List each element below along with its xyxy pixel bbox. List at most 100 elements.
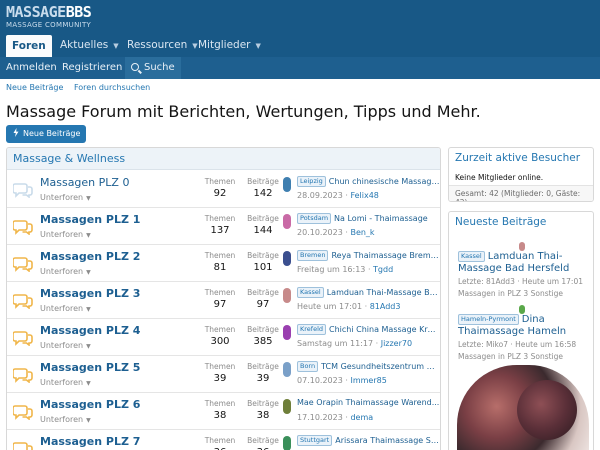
category-title[interactable]: Massage & Wellness xyxy=(7,148,440,170)
latest-thread-title[interactable]: Reya Thaimassage Bremen xyxy=(331,251,440,260)
forum-node-row[interactable]: Massagen PLZ 2 Unterforen ▼ Themen 81 Beiträg… xyxy=(7,245,440,282)
forum-node-row[interactable]: Massagen PLZ 1 Unterforen ▼ Themen 137 Beiträ… xyxy=(7,208,440,245)
avatar[interactable] xyxy=(283,251,291,266)
forum-node-title[interactable]: Massagen PLZ 2 xyxy=(40,250,140,263)
logo-subtitle: MASSAGE COMMUNITY xyxy=(6,21,92,29)
latest-thread-title[interactable]: Mae Orapin Thaimassage Warend... xyxy=(297,398,439,407)
subforums-dropdown[interactable]: Unterforen ▼ xyxy=(40,267,91,276)
latest-thread[interactable]: Born TCM Gesundheitszentrum Mö... xyxy=(297,361,440,372)
search-link[interactable]: Suche xyxy=(125,57,181,79)
latest-thread[interactable]: Bremen Reya Thaimassage Bremen xyxy=(297,250,440,261)
forum-node-title[interactable]: Massagen PLZ 5 xyxy=(40,361,140,374)
prefix-tag[interactable]: Kassel xyxy=(458,251,485,262)
latest-thread[interactable]: Krefeld Chichi China Massage Krefeld xyxy=(297,324,440,335)
tab-forums[interactable]: Foren xyxy=(6,35,52,57)
prefix-tag[interactable]: Stuttgart xyxy=(297,435,333,446)
tab-members[interactable]: Mitglieder ▼ xyxy=(192,34,267,57)
forum-node-title[interactable]: Massagen PLZ 1 xyxy=(40,213,140,226)
chevron-down-icon[interactable]: ▼ xyxy=(256,42,261,50)
newest-post-item[interactable]: Kassel Lamduan Thai-Massage Bad Hersfeld … xyxy=(458,251,588,299)
avatar[interactable] xyxy=(283,436,291,450)
tab-members-label: Mitglieder xyxy=(198,39,251,51)
latest-thread-user[interactable]: Tgdd xyxy=(373,265,393,274)
prefix-tag[interactable]: Leipzig xyxy=(297,176,326,187)
online-users-title[interactable]: Zurzeit aktive Besucher xyxy=(449,148,593,169)
posts-label: Beiträge xyxy=(247,251,279,260)
avatar[interactable] xyxy=(283,399,291,414)
latest-thread[interactable]: Stuttgart Arissara Thaimassage St... xyxy=(297,435,440,446)
subforums-dropdown[interactable]: Unterforen ▼ xyxy=(40,378,91,387)
forum-chat-icon xyxy=(12,367,33,384)
forum-node-title[interactable]: Massagen PLZ 6 xyxy=(40,398,140,411)
avatar[interactable] xyxy=(283,177,291,192)
forum-chat-icon xyxy=(12,404,33,421)
threads-count: 38 xyxy=(213,410,227,421)
login-link[interactable]: Anmelden xyxy=(0,57,63,79)
tab-news[interactable]: Aktuelles ▼ xyxy=(54,34,125,57)
forum-chat-icon xyxy=(12,182,33,199)
subforums-dropdown[interactable]: Unterforen ▼ xyxy=(40,230,91,239)
threads-label: Themen xyxy=(204,214,236,223)
avatar[interactable] xyxy=(519,305,525,314)
forum-node-title[interactable]: Massagen PLZ 3 xyxy=(40,287,140,300)
breadcrumb-browse-forums[interactable]: Foren durchsuchen xyxy=(74,83,150,92)
latest-thread-title[interactable]: Arissara Thaimassage St... xyxy=(335,436,440,445)
newest-post-forum[interactable]: Massagen in PLZ 3 Sonstige xyxy=(458,288,588,299)
avatar[interactable] xyxy=(283,288,291,303)
avatar[interactable] xyxy=(283,325,291,340)
avatar[interactable] xyxy=(519,242,525,251)
prefix-tag[interactable]: Potsdam xyxy=(297,213,332,224)
latest-thread-user[interactable]: dema xyxy=(350,413,373,422)
avatar[interactable] xyxy=(283,362,291,377)
latest-thread-title[interactable]: Chichi China Massage Krefeld xyxy=(329,325,440,334)
breadcrumb-new-posts[interactable]: Neue Beiträge xyxy=(6,83,63,92)
newest-post-item[interactable]: Hameln-Pyrmont Dina Thaimassage Hameln Le… xyxy=(458,314,588,362)
latest-thread-title[interactable]: Lamduan Thai-Massage Ba... xyxy=(327,288,440,297)
newest-post-forum[interactable]: Massagen in PLZ 3 Sonstige xyxy=(458,351,588,362)
prefix-tag[interactable]: Bremen xyxy=(297,250,329,261)
latest-thread-user[interactable]: Immer85 xyxy=(350,376,386,385)
subforums-dropdown[interactable]: Unterforen ▼ xyxy=(40,341,91,350)
prefix-tag[interactable]: Born xyxy=(297,361,319,372)
subforums-dropdown[interactable]: Unterforen ▼ xyxy=(40,304,91,313)
posts-stat: Beiträge 97 xyxy=(246,288,280,312)
chevron-down-icon[interactable]: ▼ xyxy=(113,42,118,50)
search-icon xyxy=(131,63,139,71)
chevron-down-icon: ▼ xyxy=(86,232,91,239)
latest-thread-user[interactable]: Felix48 xyxy=(350,191,378,200)
forum-node-title[interactable]: Massagen PLZ 0 xyxy=(40,176,129,189)
latest-thread-user[interactable]: 81Add3 xyxy=(370,302,401,311)
subforums-dropdown[interactable]: Unterforen ▼ xyxy=(40,193,91,202)
forum-node-title[interactable]: Massagen PLZ 4 xyxy=(40,324,140,337)
forum-node-row[interactable]: Massagen PLZ 7Unterforen▼Themen36Beiträg… xyxy=(7,430,440,450)
forum-node-title[interactable]: Massagen PLZ 7 xyxy=(40,435,140,448)
site-logo[interactable]: MASSAGEBBS MASSAGE COMMUNITY xyxy=(6,4,92,30)
prefix-tag[interactable]: Hameln-Pyrmont xyxy=(458,314,519,325)
posts-count: 38 xyxy=(256,410,270,421)
forum-node-row[interactable]: Massagen PLZ 6 Unterforen ▼ Themen 38 Beiträg… xyxy=(7,393,440,430)
latest-thread-user[interactable]: Ben_k xyxy=(350,228,374,237)
latest-thread-title[interactable]: Na Lomi - Thaimassage xyxy=(334,214,428,223)
threads-stat: Themen 97 xyxy=(203,288,237,312)
latest-thread-title[interactable]: Chun chinesische Massage... xyxy=(329,177,440,186)
latest-thread[interactable]: Kassel Lamduan Thai-Massage Ba... xyxy=(297,287,440,298)
online-users-total: Gesamt: 42 (Mitglieder: 0, Gäste: 42) xyxy=(449,185,593,201)
prefix-tag[interactable]: Krefeld xyxy=(297,324,327,335)
forum-node-row[interactable]: Massagen PLZ 4 Unterforen ▼ Themen 300 Beiträ… xyxy=(7,319,440,356)
latest-thread-title[interactable]: TCM Gesundheitszentrum Mö... xyxy=(321,362,440,371)
forum-category-block: Massage & Wellness Massagen PLZ 0 Unterfo… xyxy=(6,147,441,450)
latest-thread-date: 07.10.2023 xyxy=(297,376,343,385)
newest-posts-title[interactable]: Neueste Beiträge xyxy=(449,212,593,233)
latest-thread[interactable]: Leipzig Chun chinesische Massage... xyxy=(297,176,440,187)
latest-thread[interactable]: Mae Orapin Thaimassage Warend... xyxy=(297,398,440,407)
avatar[interactable] xyxy=(283,214,291,229)
latest-thread-user[interactable]: Jizzer70 xyxy=(381,339,412,348)
forum-node-row[interactable]: Massagen PLZ 5 Unterforen ▼ Themen 39 Beiträg… xyxy=(7,356,440,393)
new-posts-button[interactable]: Neue Beiträge xyxy=(6,125,86,143)
subforums-dropdown[interactable]: Unterforen ▼ xyxy=(40,415,91,424)
forum-node-row[interactable]: Massagen PLZ 0 Unterforen ▼ Themen 92 Beiträg… xyxy=(7,171,440,208)
prefix-tag[interactable]: Kassel xyxy=(297,287,324,298)
forum-node-row[interactable]: Massagen PLZ 3 Unterforen ▼ Themen 97 Beiträg… xyxy=(7,282,440,319)
register-link[interactable]: Registrieren xyxy=(56,57,128,79)
latest-thread[interactable]: Potsdam Na Lomi - Thaimassage xyxy=(297,213,440,224)
